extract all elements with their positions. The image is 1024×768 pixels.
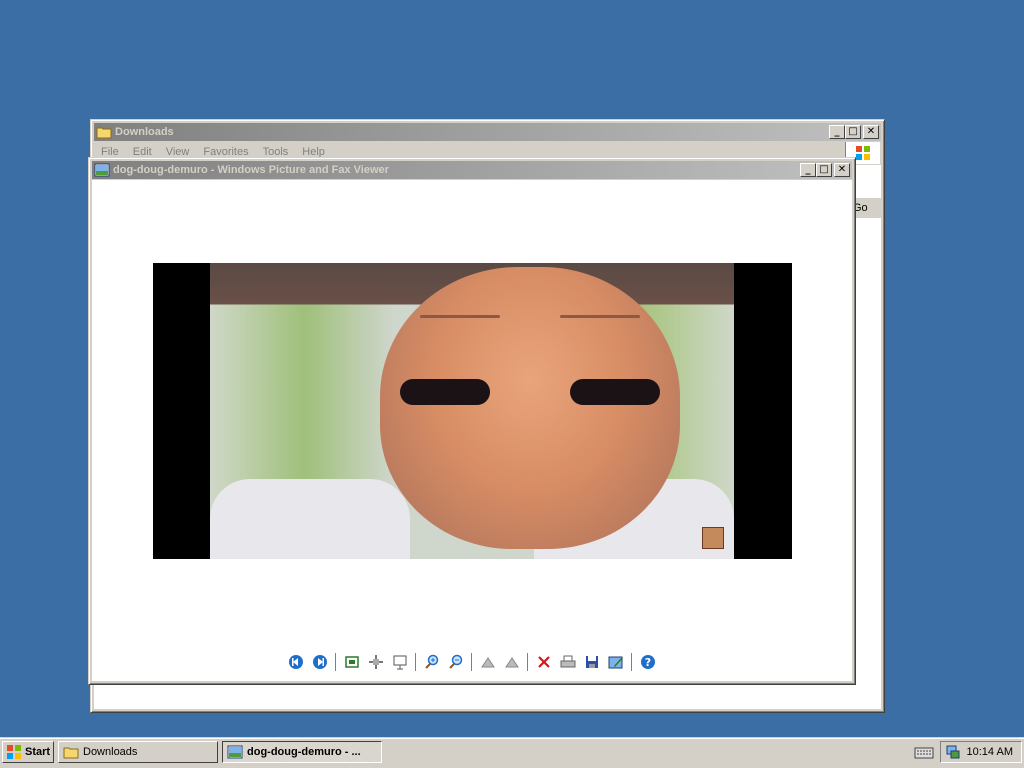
folder-icon <box>63 747 79 759</box>
next-image-button[interactable] <box>308 651 332 673</box>
taskbar-item-label: Downloads <box>83 746 138 758</box>
toolbar-separator <box>335 653 337 671</box>
edit-button[interactable] <box>604 651 628 673</box>
rotate-clockwise-icon <box>481 657 495 668</box>
previous-image-icon <box>289 655 303 669</box>
actual-size-button[interactable] <box>364 651 388 673</box>
toolbar-separator <box>471 653 473 671</box>
viewer-title: dog-doug-demuro - Windows Picture and Fa… <box>113 164 389 176</box>
taskbar: Start Downloads dog-doug-demuro - ... 10… <box>0 737 1024 768</box>
toolbar-separator <box>527 653 529 671</box>
downloads-title: Downloads <box>115 126 174 138</box>
slideshow-icon <box>393 655 407 670</box>
save-icon <box>586 656 598 668</box>
slideshow-button[interactable] <box>388 651 412 673</box>
zoom-out-icon <box>449 654 463 669</box>
best-fit-icon <box>345 656 359 668</box>
delete-button[interactable] <box>532 651 556 673</box>
start-button[interactable]: Start <box>2 741 54 763</box>
best-fit-button[interactable] <box>340 651 364 673</box>
minimize-button[interactable]: _ <box>829 125 845 139</box>
system-tray: 10:14 AM <box>940 741 1022 763</box>
help-button[interactable]: ? <box>636 651 660 673</box>
delete-icon <box>538 656 550 668</box>
maximize-button[interactable]: □ <box>845 125 861 139</box>
print-icon <box>560 655 576 668</box>
image-scene <box>210 263 734 559</box>
svg-text:?: ? <box>645 656 651 669</box>
help-icon: ? <box>641 655 655 669</box>
rotate-counterclockwise-button[interactable] <box>500 651 524 673</box>
minimize-button[interactable]: _ <box>800 163 816 177</box>
windows-logo-icon <box>7 745 21 759</box>
picture-viewer-icon <box>227 745 243 759</box>
rotate-clockwise-button[interactable] <box>476 651 500 673</box>
viewer-toolbar: ? <box>89 651 855 673</box>
zoom-out-button[interactable] <box>444 651 468 673</box>
image-mouth-right <box>570 379 660 405</box>
start-label: Start <box>25 746 51 758</box>
taskbar-item-label: dog-doug-demuro - ... <box>247 746 361 758</box>
viewer-titlebar[interactable]: dog-doug-demuro - Windows Picture and Fa… <box>92 161 852 179</box>
image-mouth-left <box>400 379 490 405</box>
downloads-titlebar[interactable]: Downloads _ □ ✕ <box>94 123 881 141</box>
go-button[interactable]: Go <box>853 198 881 218</box>
displayed-image <box>153 263 792 559</box>
rotate-counterclockwise-icon <box>505 657 519 668</box>
taskbar-item-downloads[interactable]: Downloads <box>58 741 218 763</box>
close-button[interactable]: ✕ <box>834 163 850 177</box>
maximize-button[interactable]: □ <box>816 163 832 177</box>
image-canvas <box>92 180 852 681</box>
image-face <box>380 267 680 549</box>
close-button[interactable]: ✕ <box>863 125 879 139</box>
toolbar-separator <box>631 653 633 671</box>
image-brow-left <box>420 315 500 318</box>
print-button[interactable] <box>556 651 580 673</box>
actual-size-icon <box>369 655 383 669</box>
clock[interactable]: 10:14 AM <box>967 746 1013 758</box>
edit-icon <box>608 656 623 669</box>
image-brow-right <box>560 315 640 318</box>
network-icon[interactable] <box>945 744 961 760</box>
toolbar-separator <box>415 653 417 671</box>
keyboard-icon[interactable] <box>914 744 934 762</box>
save-button[interactable] <box>580 651 604 673</box>
folder-icon <box>96 127 112 139</box>
zoom-in-button[interactable] <box>420 651 444 673</box>
previous-image-button[interactable] <box>284 651 308 673</box>
picture-viewer-window[interactable]: dog-doug-demuro - Windows Picture and Fa… <box>88 157 856 685</box>
next-image-icon <box>313 655 327 669</box>
image-seat-left <box>210 479 410 559</box>
taskbar-item-picture-viewer[interactable]: dog-doug-demuro - ... <box>222 741 382 763</box>
zoom-in-icon <box>425 654 439 669</box>
picture-viewer-icon <box>94 163 110 177</box>
watermark-stamp <box>702 527 724 549</box>
